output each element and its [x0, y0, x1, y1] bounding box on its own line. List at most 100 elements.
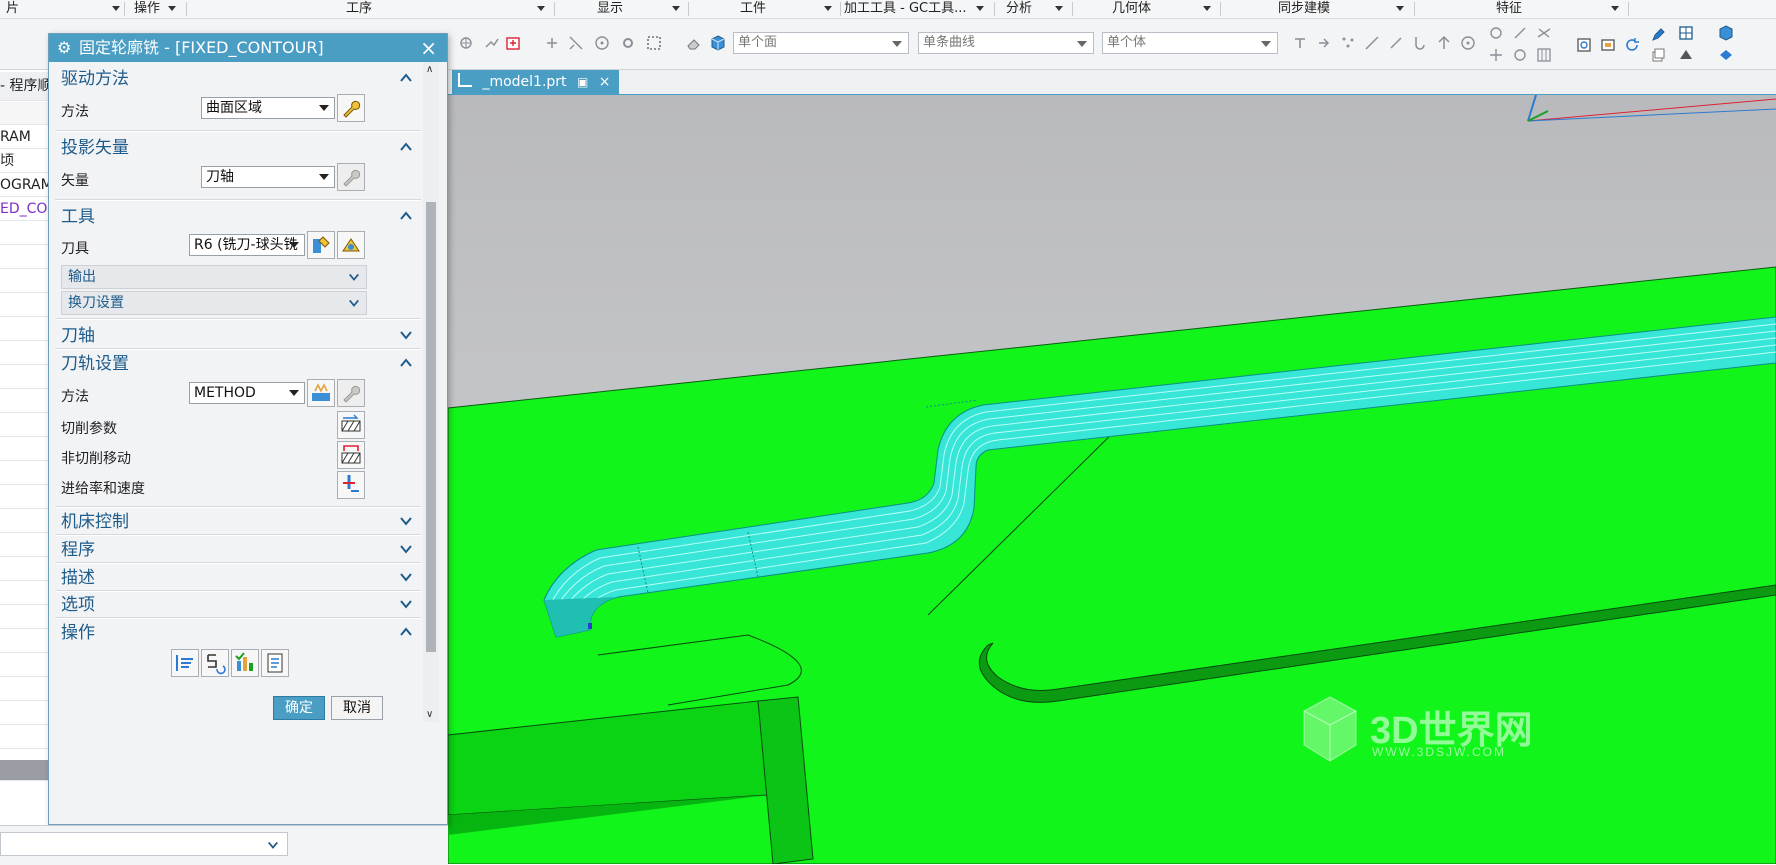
edit-drive-method-button[interactable] [337, 94, 365, 122]
menu-item-machining-tools[interactable]: 加工工具 - GC工具... [844, 0, 967, 18]
navigator-scrollbar[interactable] [0, 760, 48, 781]
menu-caret-4[interactable] [824, 6, 832, 11]
snap-arc-icon[interactable] [1512, 47, 1528, 63]
menu-caret-9[interactable] [1611, 6, 1619, 11]
display-mode-icon[interactable] [1718, 47, 1734, 63]
new-method-button[interactable] [307, 379, 335, 407]
menu-item-display[interactable]: 显示 [597, 0, 623, 18]
layers-icon[interactable] [1650, 47, 1666, 63]
gear-select-icon[interactable] [620, 35, 636, 51]
menu-caret-2[interactable] [537, 6, 545, 11]
section-machine-control-header[interactable]: 机床控制 [55, 508, 421, 536]
menu-caret-3[interactable] [672, 6, 680, 11]
menu-item-workpiece[interactable]: 工件 [740, 0, 766, 18]
edit-vector-button[interactable] [337, 163, 365, 191]
snap-icon[interactable] [458, 35, 474, 51]
menu-caret-0[interactable] [112, 6, 120, 11]
section-tool-axis-header[interactable]: 刀轴 [55, 322, 421, 350]
section-path-settings-header[interactable]: 刀轨设置 [55, 350, 421, 378]
graphics-viewport[interactable]: 3D世界网 WWW.3DSJW.COM [448, 95, 1776, 864]
scrollbar-thumb[interactable] [426, 202, 436, 652]
line-icon[interactable] [1364, 35, 1380, 51]
grid-icon[interactable] [1536, 47, 1552, 63]
curve-filter-combo[interactable]: 单条曲线 [918, 32, 1094, 54]
list-button[interactable] [261, 649, 289, 677]
feeds-speeds-button[interactable] [337, 471, 365, 499]
navigator-header[interactable]: - 程序顺 [0, 72, 48, 101]
arc-icon[interactable] [1412, 35, 1428, 51]
tab-model1[interactable]: _model1.prt ▣ × [452, 70, 619, 94]
menu-caret-6[interactable] [1055, 6, 1063, 11]
slash-icon[interactable] [1512, 25, 1528, 41]
box-select-icon[interactable] [646, 35, 662, 51]
chevron-down-icon[interactable]: ∨ [426, 709, 433, 720]
close-icon[interactable]: × [599, 74, 611, 90]
section-description-header[interactable]: 描述 [55, 564, 421, 592]
dialog-scrollbar[interactable]: ∧ ∨ [423, 62, 439, 722]
menu-item-operation[interactable]: 操作 [134, 0, 160, 18]
navigator-row[interactable]: RAM [0, 126, 48, 149]
body-filter-combo[interactable]: 单个体 [1102, 32, 1278, 54]
rotate-icon[interactable] [1624, 37, 1640, 53]
new-tool-button[interactable] [337, 231, 365, 259]
select-filter-icon[interactable] [506, 35, 522, 51]
cut-params-button[interactable] [337, 411, 365, 439]
cancel-button[interactable]: 取消 [331, 696, 383, 720]
dialog-titlebar[interactable]: ⚙ 固定轮廓铣 - [FIXED_CONTOUR] × [49, 34, 447, 62]
edit-tool-button[interactable] [307, 231, 335, 259]
generate-button[interactable] [171, 649, 199, 677]
status-combo[interactable] [0, 832, 288, 856]
arrow-right-icon[interactable] [1316, 35, 1332, 51]
section-actions-header[interactable]: 操作 [55, 619, 421, 647]
verify-button[interactable] [231, 649, 259, 677]
menu-item-feature[interactable]: 特征 [1496, 0, 1522, 18]
menu-item-process[interactable]: 工序 [346, 0, 372, 18]
pencil-icon[interactable] [1650, 27, 1666, 43]
intersect-icon[interactable] [1536, 25, 1552, 41]
vector-select[interactable]: 刀轴 [201, 166, 335, 188]
fit-view-icon[interactable] [1576, 37, 1592, 53]
drive-method-select[interactable]: 曲面区域 [201, 97, 335, 119]
section-drive-method-header[interactable]: 驱动方法 [55, 65, 421, 93]
subsection-tool-change[interactable]: 换刀设置 [61, 291, 367, 315]
close-icon[interactable]: × [420, 34, 437, 62]
section-tool-header[interactable]: 工具 [55, 203, 421, 231]
shading-icon[interactable] [1678, 47, 1694, 63]
plus-icon[interactable] [1488, 47, 1504, 63]
ok-button[interactable]: 确定 [273, 696, 325, 720]
section-program-header[interactable]: 程序 [55, 536, 421, 564]
menu-caret-1[interactable] [168, 6, 176, 11]
circle-center-icon[interactable] [1460, 35, 1476, 51]
eraser-icon[interactable] [686, 35, 702, 51]
render-cube-icon[interactable] [1718, 25, 1734, 41]
menu-item-sync-modeling[interactable]: 同步建模 [1278, 0, 1330, 18]
menu-caret-7[interactable] [1203, 6, 1211, 11]
face-filter-combo[interactable]: 单个面 [733, 32, 909, 54]
menu-item-geometry[interactable]: 几何体 [1112, 0, 1151, 18]
subsection-output[interactable]: 输出 [61, 265, 367, 289]
circle-select-icon[interactable] [594, 35, 610, 51]
snap-point-icon[interactable] [1292, 35, 1308, 51]
menu-caret-8[interactable] [1396, 6, 1404, 11]
navigator-row[interactable]: OGRAM [0, 174, 48, 197]
replay-button[interactable] [201, 649, 229, 677]
navigator-row[interactable]: 顷 [0, 150, 48, 173]
navigator-row-selected[interactable]: ED_CO [0, 198, 48, 221]
circle-icon[interactable] [1488, 25, 1504, 41]
menu-item-analysis[interactable]: 分析 [1006, 0, 1032, 18]
menu-item-0[interactable]: 片 [6, 0, 19, 18]
non-cut-moves-button[interactable] [337, 441, 365, 469]
cube-icon[interactable] [710, 35, 726, 51]
line-icon[interactable] [1388, 35, 1404, 51]
tool-select[interactable]: R6 (铣刀-球头铣 [189, 234, 305, 256]
perpendicular-icon[interactable] [1436, 35, 1452, 51]
chevron-up-icon[interactable]: ∧ [426, 64, 433, 75]
layout-icon[interactable] [1678, 25, 1694, 41]
section-projection-header[interactable]: 投影矢量 [55, 134, 421, 162]
scatter-icon[interactable] [1340, 35, 1356, 51]
snap-grid-icon[interactable] [568, 35, 584, 51]
move-icon[interactable] [484, 35, 500, 51]
path-method-select[interactable]: METHOD [189, 382, 305, 404]
section-options-header[interactable]: 选项 [55, 591, 421, 619]
menu-caret-5[interactable] [976, 6, 984, 11]
